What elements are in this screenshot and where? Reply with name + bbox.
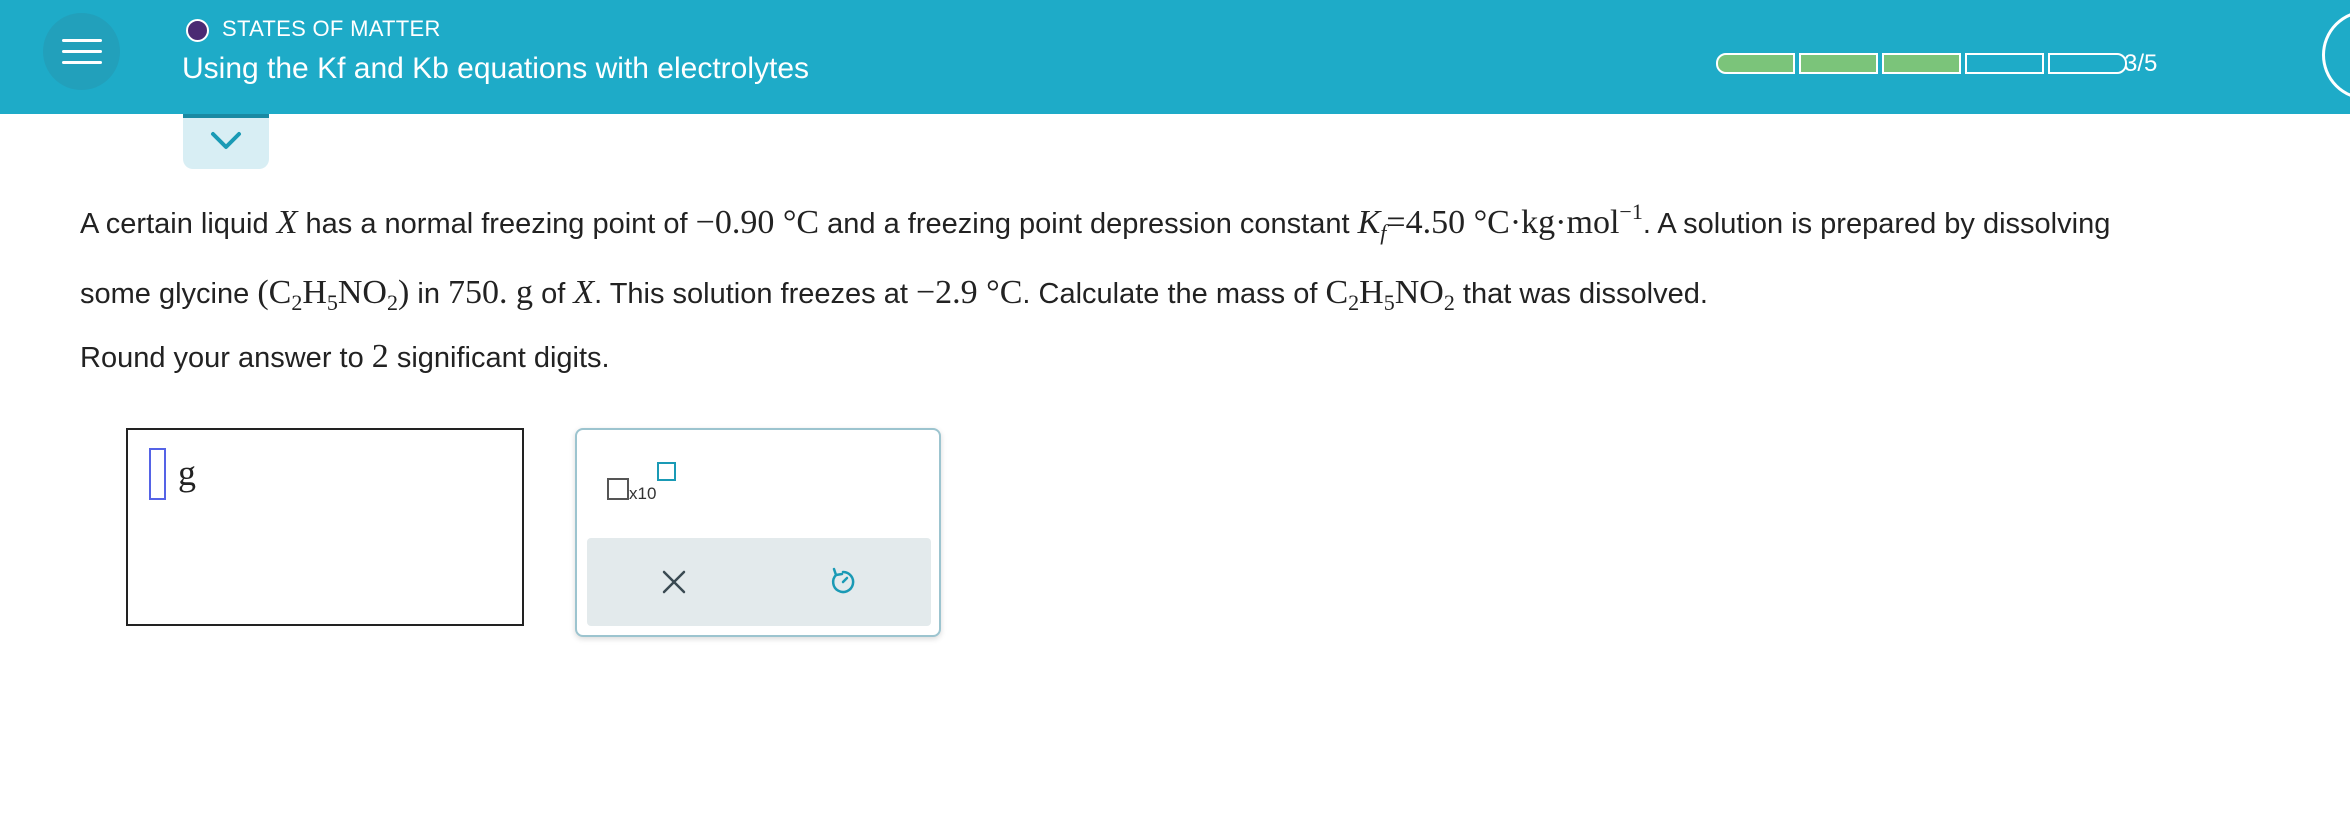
progress-segment xyxy=(1882,53,1961,74)
formula-part: NO xyxy=(1394,274,1444,311)
formula-part: H xyxy=(302,274,327,311)
question-fragment: in xyxy=(417,278,440,310)
undo-icon xyxy=(831,567,855,594)
base-placeholder-icon xyxy=(607,478,629,500)
variable-x: X xyxy=(573,274,595,311)
formula-subscript: 2 xyxy=(386,290,398,315)
progress-segment xyxy=(1799,53,1878,74)
clear-button[interactable] xyxy=(657,565,691,599)
answer-cursor-field[interactable] xyxy=(149,448,166,500)
topic-label: STATES OF MATTER xyxy=(222,16,441,41)
progress-segment xyxy=(2048,53,2127,74)
x10-label: x10 xyxy=(629,484,657,503)
formula-part: H xyxy=(1359,274,1384,311)
question-fragment: A certain liquid xyxy=(80,208,269,240)
question-fragment: and a freezing point depression constant xyxy=(827,208,1350,240)
x-icon xyxy=(662,570,686,594)
question-fragment: . A solution is prepared by dissolving xyxy=(1642,208,2111,240)
glycine-formula: (C2H5NO2) xyxy=(257,274,410,315)
kf-exponent: −1 xyxy=(1619,199,1643,224)
formula-subscript: 5 xyxy=(326,290,338,315)
question-fragment: of xyxy=(541,278,566,310)
solution-freezing-point: −2.9 °C xyxy=(915,274,1023,311)
formula-part: ) xyxy=(397,274,410,311)
collapse-toggle[interactable] xyxy=(183,114,269,169)
answer-unit: g xyxy=(178,453,196,493)
progress-count: 3/5 xyxy=(2124,50,2158,77)
progress-bar xyxy=(1716,53,2127,74)
formula-subscript: 2 xyxy=(291,290,303,315)
solvent-mass: 750. g xyxy=(448,274,534,311)
normal-freezing-point: −0.90 °C xyxy=(695,204,820,241)
top-bar: STATES OF MATTER Using the Kf and Kb equ… xyxy=(0,0,2350,114)
kf-expression: Kf=4.50 °C·kg·mol−1 xyxy=(1357,199,1643,245)
progress-segment xyxy=(1716,53,1795,74)
kf-value: =4.50 °C·kg·mol xyxy=(1386,204,1620,241)
formula-subscript: 2 xyxy=(1348,290,1360,315)
answer-input[interactable]: g xyxy=(126,428,524,626)
instruction-fragment: Round your answer to xyxy=(80,342,364,374)
progress-segment xyxy=(1965,53,2044,74)
hamburger-icon-line xyxy=(62,39,102,42)
formula-part: (C xyxy=(257,274,292,311)
palette-action-bar xyxy=(587,538,931,626)
formula-part: C xyxy=(1325,274,1349,311)
hamburger-icon-line xyxy=(62,61,102,64)
account-button[interactable] xyxy=(2322,10,2350,100)
question-fragment: some glycine xyxy=(80,278,250,310)
topic-status-icon xyxy=(186,19,209,42)
significant-digits: 2 xyxy=(371,338,389,375)
question-text: A certain liquid X has a normal freezing… xyxy=(80,182,2350,333)
glycine-formula-2: C2H5NO2 xyxy=(1325,274,1454,315)
scientific-notation-button[interactable]: x10 xyxy=(607,460,677,510)
math-palette: x10 xyxy=(575,428,941,637)
question-fragment: . Calculate the mass of xyxy=(1022,278,1318,310)
kf-symbol: K xyxy=(1357,204,1381,241)
hamburger-icon-line xyxy=(62,50,102,53)
variable-x: X xyxy=(276,204,298,241)
question-line-2: some glycine (C2H5NO2) in 750. g of X. T… xyxy=(80,263,2350,333)
lesson-title: Using the Kf and Kb equations with elect… xyxy=(182,52,810,85)
question-line-1: A certain liquid X has a normal freezing… xyxy=(80,182,2350,263)
exponent-placeholder-icon xyxy=(657,462,676,481)
question-fragment: that was dissolved. xyxy=(1462,278,1708,310)
question-fragment: . This solution freezes at xyxy=(594,278,908,310)
instruction-fragment: significant digits. xyxy=(396,342,610,374)
undo-button[interactable] xyxy=(826,565,860,599)
formula-subscript: 2 xyxy=(1443,290,1455,315)
chevron-down-icon xyxy=(211,132,241,149)
formula-subscript: 5 xyxy=(1383,290,1395,315)
formula-part: NO xyxy=(337,274,387,311)
rounding-instruction: Round your answer to 2 significant digit… xyxy=(80,338,610,376)
menu-button[interactable] xyxy=(43,13,120,90)
question-fragment: has a normal freezing point of xyxy=(305,208,688,240)
